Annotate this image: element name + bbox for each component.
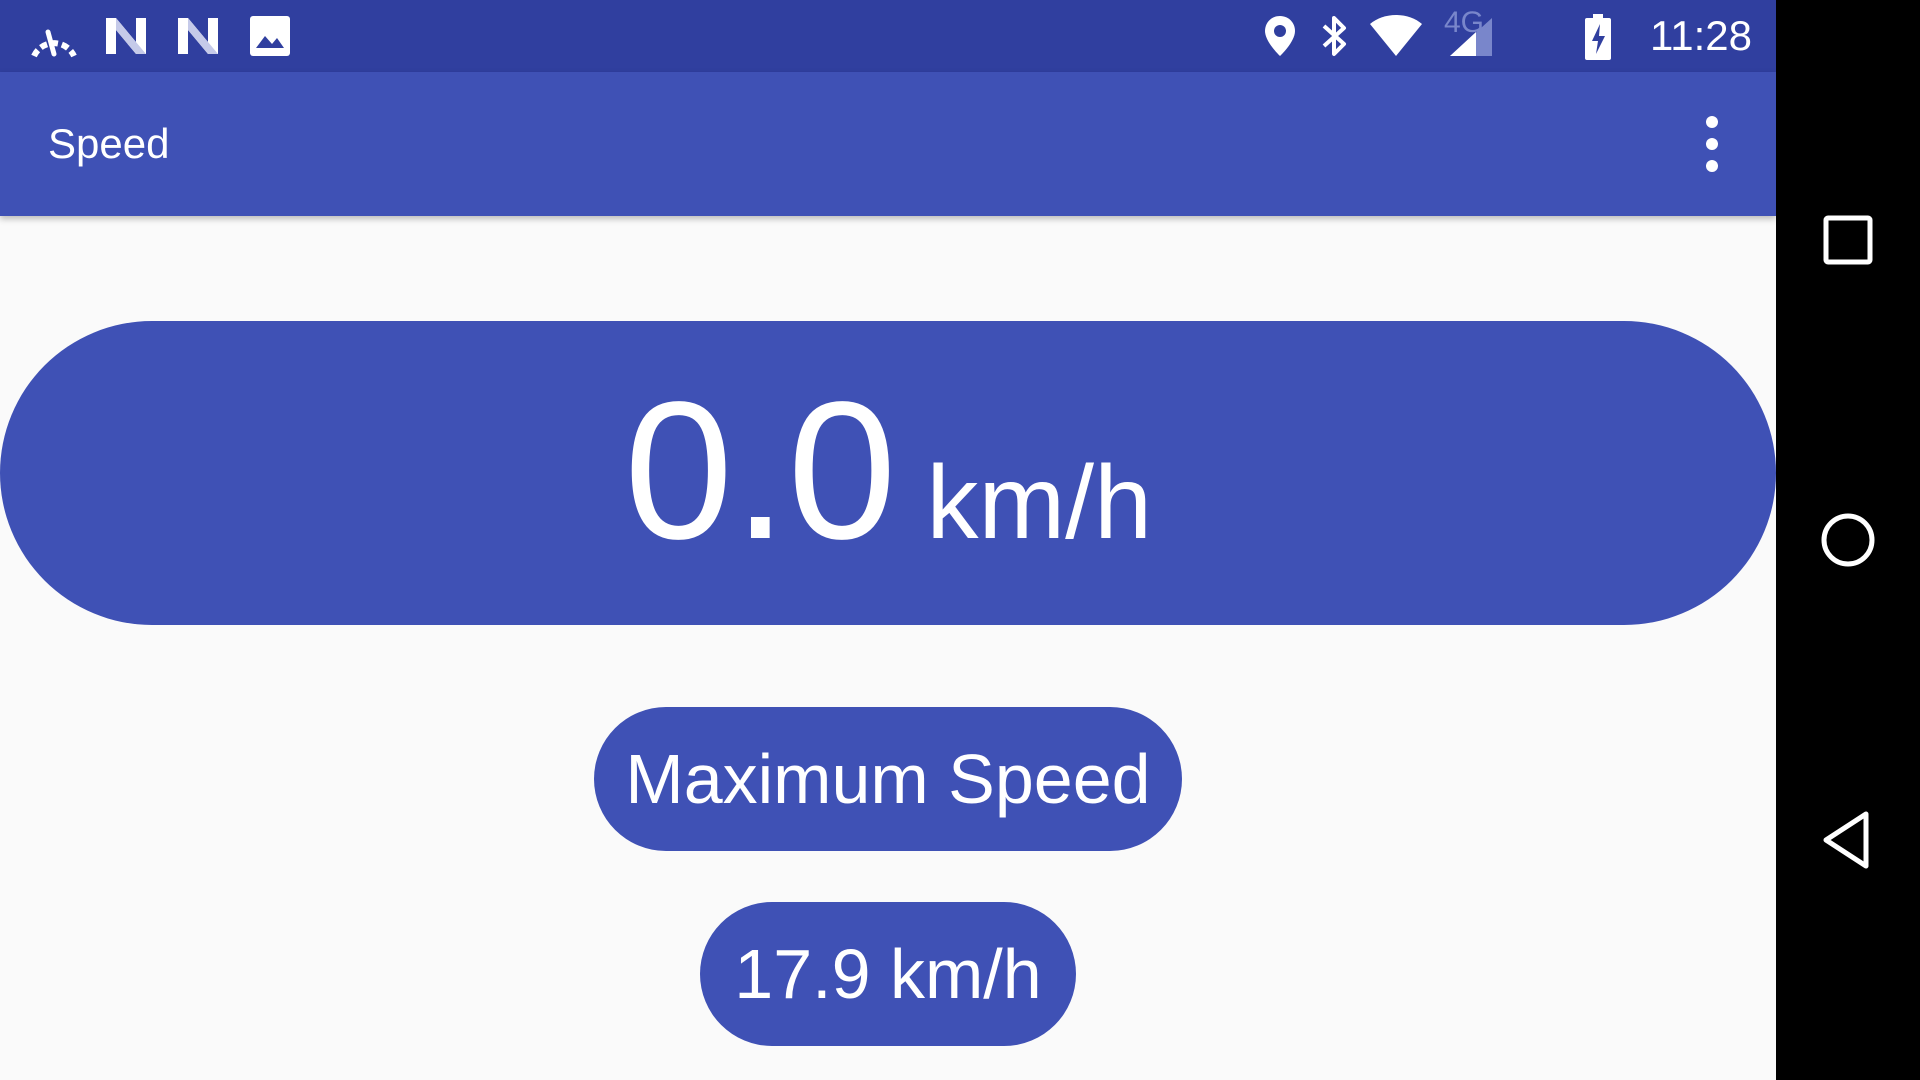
- recents-icon: [1823, 215, 1873, 265]
- battery-charging-icon: [1584, 14, 1612, 60]
- network-type-label: 4G: [1444, 6, 1485, 39]
- back-button[interactable]: [1812, 804, 1884, 876]
- location-pin-icon: [1262, 14, 1298, 58]
- bluetooth-icon: [1316, 14, 1352, 58]
- back-icon: [1823, 811, 1869, 869]
- wifi-icon: [1368, 14, 1424, 58]
- current-speed-display: 0.0 km/h: [0, 321, 1776, 625]
- current-speed-unit: km/h: [926, 445, 1152, 561]
- current-speed-readout: 0.0 km/h: [0, 321, 1776, 625]
- home-icon: [1821, 513, 1875, 567]
- status-bar: 4G 11:28: [0, 0, 1776, 72]
- image-icon: [248, 14, 292, 58]
- navigation-bar: [1776, 0, 1920, 1080]
- phone-screen: 4G 11:28 Speed 0.0 km/h Maximum Speed 17…: [0, 0, 1920, 1080]
- speedometer-icon: [28, 14, 80, 58]
- maximum-speed-value[interactable]: 17.9 km/h: [700, 902, 1076, 1046]
- app-bar: Speed: [0, 72, 1776, 216]
- current-speed-value: 0.0: [624, 361, 897, 580]
- maximum-speed-button[interactable]: Maximum Speed: [594, 707, 1182, 851]
- overflow-menu-icon: [1706, 116, 1718, 172]
- home-button[interactable]: [1812, 504, 1884, 576]
- recents-button[interactable]: [1812, 204, 1884, 276]
- main-content: 0.0 km/h Maximum Speed 17.9 km/h: [0, 216, 1776, 1080]
- overflow-menu-button[interactable]: [1688, 114, 1736, 174]
- n-notification-icon: [102, 14, 150, 58]
- n-notification-icon: [174, 14, 222, 58]
- status-time: 11:28: [1650, 12, 1752, 59]
- app-title: Speed: [48, 120, 170, 167]
